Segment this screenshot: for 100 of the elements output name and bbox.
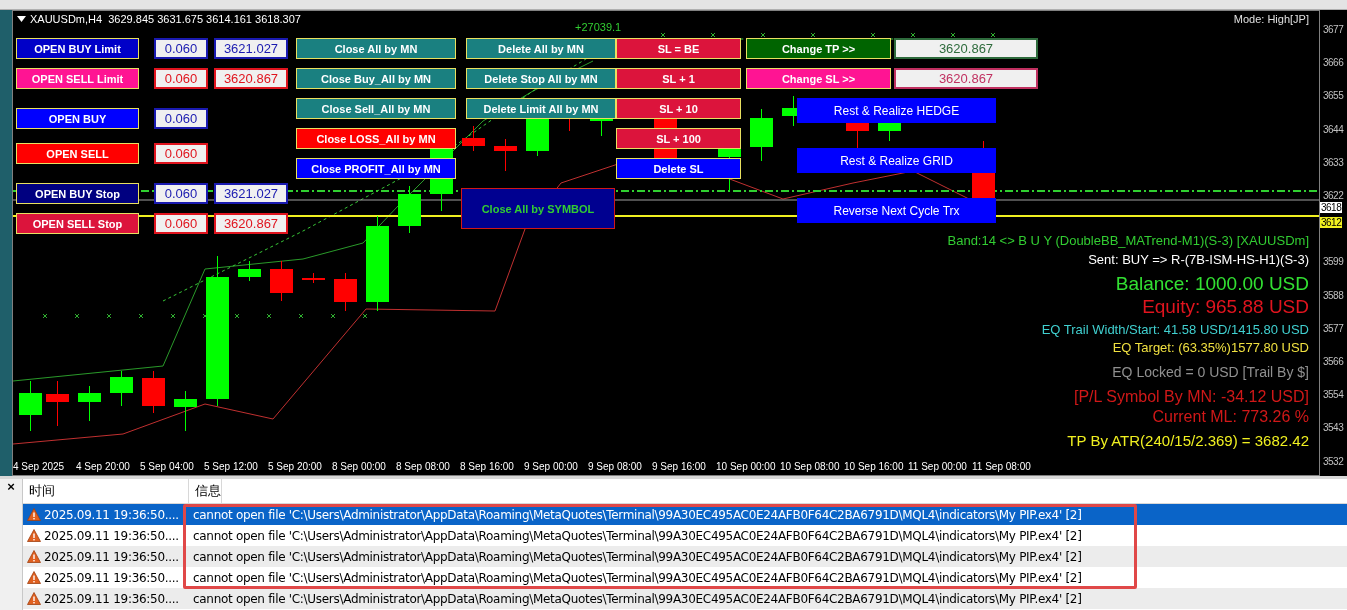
action-button[interactable]: OPEN SELL xyxy=(16,143,139,164)
dropdown-icon[interactable] xyxy=(17,16,26,22)
action-button[interactable]: Delete SL xyxy=(616,158,741,179)
action-button[interactable]: SL + 1 xyxy=(616,68,741,89)
action-button[interactable]: Close All by MN xyxy=(296,38,456,59)
warning-icon xyxy=(27,550,41,563)
action-button[interactable]: SL + 100 xyxy=(616,128,741,149)
time-label: 10 Sep 08:00 xyxy=(780,461,841,472)
info-text: Current ML: 773.26 % xyxy=(1152,406,1309,427)
action-button[interactable]: Delete All by MN xyxy=(466,38,616,59)
log-message: cannot open file 'C:\Users\Administrator\AppData\Roaming\MetaQuotes\Terminal\99A30EC495AC0E24AFB0F64C2BA6791D\MQL4\indicators\My PIP.ex4' [2] xyxy=(192,528,1082,543)
action-button[interactable]: OPEN BUY Limit xyxy=(16,38,139,59)
value-field[interactable]: 3620.867 xyxy=(214,68,288,89)
candle xyxy=(110,370,133,407)
candle xyxy=(398,185,421,234)
action-button[interactable]: Rest & Realize HEDGE xyxy=(797,98,996,123)
time-label: 5 Sep 12:00 xyxy=(204,461,259,472)
action-button[interactable]: Change SL >> xyxy=(746,68,891,89)
value-field[interactable]: 0.060 xyxy=(154,183,208,204)
value-field[interactable]: 0.060 xyxy=(154,143,208,164)
action-button[interactable]: Change TP >> xyxy=(746,38,891,59)
time-label: 10 Sep 16:00 xyxy=(844,461,905,472)
price-label: 3577 xyxy=(1323,322,1344,334)
profit-label: +27039.1 xyxy=(575,21,622,33)
warning-icon xyxy=(27,592,41,605)
price-label: 3677 xyxy=(1323,24,1344,35)
log-message: cannot open file 'C:\Users\Administrator\AppData\Roaming\MetaQuotes\Terminal\99A30EC495AC0E24AFB0F64C2BA6791D\MQL4\indicators\My PIP.ex4' [2] xyxy=(192,591,1082,606)
warning-icon xyxy=(27,529,41,542)
action-button[interactable]: Delete Stop All by MN xyxy=(466,68,616,89)
action-button[interactable]: OPEN SELL Limit xyxy=(16,68,139,89)
time-label: 9 Sep 16:00 xyxy=(652,461,707,472)
info-text: Balance: 1000.00 USD xyxy=(1115,273,1309,296)
time-label: 8 Sep 08:00 xyxy=(396,461,451,472)
price-label: 3554 xyxy=(1323,389,1344,401)
info-text: EQ Target: (63.35%)1577.80 USD xyxy=(1112,340,1309,356)
warning-icon xyxy=(27,571,41,584)
candle xyxy=(302,272,325,284)
value-field[interactable]: 3621.027 xyxy=(214,38,288,59)
value-field[interactable]: 3620.867 xyxy=(894,68,1038,89)
log-row[interactable]: 2025.09.11 19:36:50.... cannot open file 'C:\Users\Administrator\AppData\Roaming\MetaQuotes\Terminal\99A30EC495AC0E24AFB0F64C2BA6791D\MQL4\indicators\My PIP.ex4' [2] xyxy=(23,588,1347,609)
value-field[interactable]: 0.060 xyxy=(154,213,208,234)
value-field[interactable]: 0.060 xyxy=(154,68,208,89)
price-label: 3566 xyxy=(1323,356,1344,367)
time-label: 8 Sep 00:00 xyxy=(332,461,387,472)
close-button[interactable]: × xyxy=(7,480,15,494)
log-message: cannot open file 'C:\Users\Administrator\AppData\Roaming\MetaQuotes\Terminal\99A30EC495AC0E24AFB0F64C2BA6791D\MQL4\indicators\My PIP.ex4' [2] xyxy=(192,507,1082,522)
action-button[interactable]: Close PROFIT_All by MN xyxy=(296,158,456,179)
value-field[interactable]: 3620.867 xyxy=(214,213,288,234)
log-message: cannot open file 'C:\Users\Administrator\AppData\Roaming\MetaQuotes\Terminal\99A30EC495AC0E24AFB0F64C2BA6791D\MQL4\indicators\My PIP.ex4' [2] xyxy=(192,549,1082,564)
action-button[interactable]: Close Sell_All by MN xyxy=(296,98,456,119)
chart-title: XAUUSDm,H4 3629.845 3631.675 3614.161 3618.307 xyxy=(30,13,301,25)
action-button[interactable]: OPEN BUY Stop xyxy=(16,183,139,204)
price-label: 3599 xyxy=(1323,256,1344,268)
time-label: 4 Sep 2025 xyxy=(13,461,66,472)
candle xyxy=(238,260,261,282)
info-text: EQ Trail Width/Start: 41.58 USD/1415.80 USD xyxy=(1041,321,1309,338)
time-label: 9 Sep 00:00 xyxy=(524,461,579,472)
action-button[interactable]: Close Buy_All by MN xyxy=(296,68,456,89)
column-header[interactable]: 信息 xyxy=(189,479,222,503)
info-text: EQ Locked = 0 USD [Trail By $] xyxy=(1112,363,1309,381)
action-button[interactable]: Rest & Realize GRID xyxy=(797,148,996,173)
time-label: 10 Sep 00:00 xyxy=(716,461,777,472)
time-label: 11 Sep 00:00 xyxy=(908,461,968,472)
action-button[interactable]: OPEN SELL Stop xyxy=(16,213,139,234)
price-label: 3633 xyxy=(1323,156,1344,168)
candle xyxy=(494,138,517,172)
price-label: 3612 xyxy=(1320,217,1343,228)
price-label: 3618 xyxy=(1320,202,1343,213)
value-field[interactable]: 3620.867 xyxy=(894,38,1038,59)
price-label: 3666 xyxy=(1323,57,1344,69)
log-time: 2025.09.11 19:36:50.... xyxy=(44,528,179,543)
value-field[interactable]: 3621.027 xyxy=(214,183,288,204)
action-button[interactable]: SL + 10 xyxy=(616,98,741,119)
info-text: TP By ATR(240/15/2.369) = 3682.42 xyxy=(1067,432,1309,451)
log-row[interactable]: 2025.09.11 19:36:50.... cannot open file 'C:\Users\Administrator\AppData\Roaming\MetaQuotes\Terminal\99A30EC495AC0E24AFB0F64C2BA6791D\MQL4\indicators\My PIP.ex4' [2] xyxy=(23,546,1347,567)
candle xyxy=(46,380,69,427)
price-label: 3644 xyxy=(1323,123,1344,135)
info-text: Sent: BUY => R-(7B-ISM-HS-H1)(S-3) xyxy=(1088,251,1309,268)
candle xyxy=(19,380,42,432)
price-label: 3655 xyxy=(1323,90,1344,102)
action-button[interactable]: Delete Limit All by MN xyxy=(466,98,616,119)
action-button[interactable]: Close All by SYMBOL xyxy=(461,188,615,229)
log-time: 2025.09.11 19:36:50.... xyxy=(44,591,179,606)
candle xyxy=(174,390,197,432)
column-header[interactable]: 时间 xyxy=(23,479,189,503)
action-button[interactable]: Close LOSS_All by MN xyxy=(296,128,456,149)
time-label: 11 Sep 08:00 xyxy=(972,461,1032,472)
value-field[interactable]: 0.060 xyxy=(154,38,208,59)
price-label: 3532 xyxy=(1323,455,1344,467)
candle xyxy=(334,272,357,312)
log-message: cannot open file 'C:\Users\Administrator\AppData\Roaming\MetaQuotes\Terminal\99A30EC495AC0E24AFB0F64C2BA6791D\MQL4\indicators\My PIP.ex4' [2] xyxy=(192,570,1082,585)
value-field[interactable]: 0.060 xyxy=(154,108,208,129)
time-label: 8 Sep 16:00 xyxy=(460,461,515,472)
candle xyxy=(462,125,485,152)
price-label: 3588 xyxy=(1323,289,1344,301)
action-button[interactable]: Reverse Next Cycle Trx xyxy=(797,198,996,223)
action-button[interactable]: OPEN BUY xyxy=(16,108,139,129)
time-label: 5 Sep 04:00 xyxy=(140,461,195,472)
warning-icon xyxy=(27,508,41,521)
action-button[interactable]: SL = BE xyxy=(616,38,741,59)
